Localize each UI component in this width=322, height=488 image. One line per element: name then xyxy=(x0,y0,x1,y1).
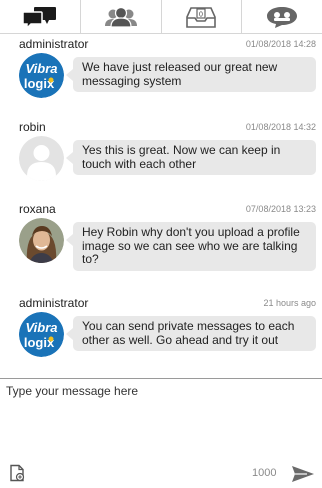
message-item: administrator 21 hours ago Vibra logix Y… xyxy=(0,296,322,357)
message-author: administrator xyxy=(19,37,89,51)
user-photo xyxy=(19,218,64,263)
vibralogix-logo: Vibra logix xyxy=(19,53,64,98)
message-thread[interactable]: administrator 01/08/2018 14:28 Vibra log… xyxy=(0,34,322,378)
tab-bar: 0 xyxy=(0,0,322,34)
avatar[interactable] xyxy=(19,136,64,181)
tab-inbox[interactable]: 0 xyxy=(160,0,242,33)
private-chat-icon xyxy=(267,6,298,28)
message-author: roxana xyxy=(19,202,56,216)
send-icon[interactable] xyxy=(291,465,315,483)
char-counter: 1000 xyxy=(252,467,277,479)
avatar[interactable]: Vibra logix xyxy=(19,53,64,98)
message-header: administrator 21 hours ago xyxy=(0,296,322,310)
default-user-icon xyxy=(19,136,64,181)
message-author: administrator xyxy=(19,296,89,310)
message-header: roxana 07/08/2018 13:23 xyxy=(0,202,322,216)
inbox-count-icon: 0 xyxy=(186,6,217,28)
message-composer: 1000 xyxy=(0,378,322,488)
tab-private[interactable] xyxy=(241,0,322,33)
message-time: 01/08/2018 14:32 xyxy=(245,122,316,132)
message-bubble: Hey Robin why don't you upload a profile… xyxy=(66,222,316,271)
message-item: administrator 01/08/2018 14:28 Vibra log… xyxy=(0,37,322,98)
chat-bubbles-icon xyxy=(22,6,56,29)
inbox-badge: 0 xyxy=(199,11,203,18)
tab-users[interactable] xyxy=(79,0,161,33)
message-item: roxana 07/08/2018 13:23 Hey Robin why do… xyxy=(0,202,322,271)
message-time: 21 hours ago xyxy=(263,298,316,308)
message-author: robin xyxy=(19,120,46,134)
message-bubble: You can send private messages to each ot… xyxy=(66,316,316,351)
vibralogix-logo: Vibra logix xyxy=(19,312,64,357)
message-header: robin 01/08/2018 14:32 xyxy=(0,120,322,134)
message-input[interactable] xyxy=(0,379,322,459)
message-bubble: We have just released our great new mess… xyxy=(66,57,316,92)
tab-conversations[interactable] xyxy=(0,0,80,33)
svg-text:Vibra: Vibra xyxy=(25,61,57,76)
message-item: robin 01/08/2018 14:32 Yes this is great… xyxy=(0,120,322,181)
message-time: 01/08/2018 14:28 xyxy=(245,39,316,49)
users-icon xyxy=(104,6,137,28)
avatar[interactable]: Vibra logix xyxy=(19,312,64,357)
message-bubble: Yes this is great. Now we can keep in to… xyxy=(66,140,316,175)
message-time: 07/08/2018 13:23 xyxy=(245,204,316,214)
svg-text:Vibra: Vibra xyxy=(25,320,57,335)
message-header: administrator 01/08/2018 14:28 xyxy=(0,37,322,51)
avatar[interactable] xyxy=(19,218,64,263)
attach-file-icon[interactable] xyxy=(9,464,25,482)
